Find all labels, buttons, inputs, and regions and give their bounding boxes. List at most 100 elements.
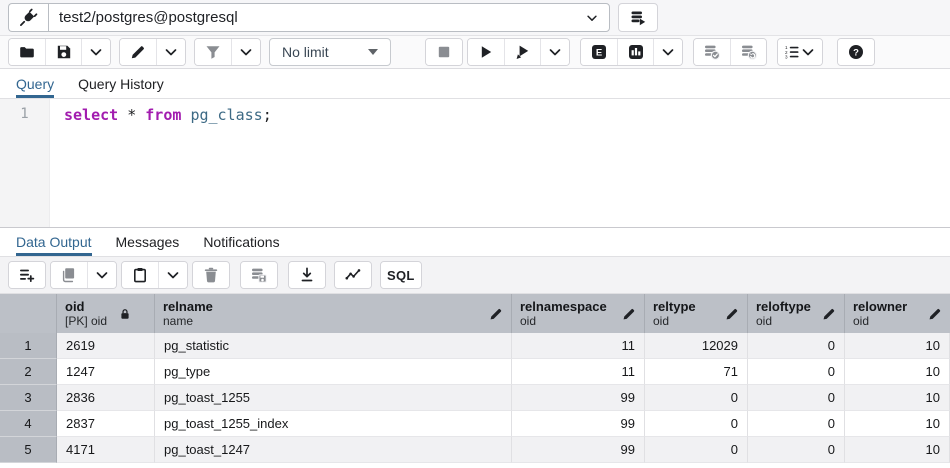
cell-relnamespace[interactable]: 11 <box>512 333 645 359</box>
column-header-reloftype[interactable]: reloftypeoid <box>748 294 845 333</box>
execute-options-dropdown[interactable] <box>540 39 569 65</box>
cell-oid[interactable]: 2836 <box>57 385 155 411</box>
column-header-oid[interactable]: oid[PK] oid <box>57 294 155 333</box>
column-header-relname[interactable]: relnamename <box>155 294 512 333</box>
cell-reloftype[interactable]: 0 <box>748 385 845 411</box>
edit-menu-button[interactable] <box>120 39 156 65</box>
cell-reloftype[interactable]: 0 <box>748 411 845 437</box>
add-row-button[interactable] <box>9 262 45 288</box>
cell-reloftype[interactable]: 0 <box>748 437 845 463</box>
cell-reltype[interactable]: 71 <box>645 359 748 385</box>
pencil-icon[interactable] <box>922 307 942 321</box>
cell-reloftype[interactable]: 0 <box>748 359 845 385</box>
tab-messages[interactable]: Messages <box>116 228 180 256</box>
svg-text:E: E <box>596 48 602 59</box>
copy-button[interactable] <box>51 262 87 288</box>
save-results-to-file-button[interactable] <box>289 262 325 288</box>
tab-query[interactable]: Query <box>16 69 54 98</box>
filter-options-dropdown[interactable] <box>231 39 260 65</box>
cell-relnamespace[interactable]: 99 <box>512 437 645 463</box>
delete-rows-button[interactable] <box>193 262 229 288</box>
cell-relnamespace[interactable]: 11 <box>512 359 645 385</box>
cell-relowner[interactable]: 10 <box>845 385 950 411</box>
button-group: SQL <box>380 261 422 289</box>
column-name: relnamespace <box>520 299 607 314</box>
pencil-icon[interactable] <box>719 307 739 321</box>
cell-relowner[interactable]: 10 <box>845 411 950 437</box>
cell-reloftype[interactable]: 0 <box>748 333 845 359</box>
editor-code-area[interactable]: select * from pg_class; <box>50 99 950 227</box>
cell-oid[interactable]: 4171 <box>57 437 155 463</box>
tab-data-output[interactable]: Data Output <box>16 228 92 256</box>
save-data-changes-button[interactable] <box>241 262 277 288</box>
cell-oid[interactable]: 2837 <box>57 411 155 437</box>
filter-button[interactable] <box>195 39 231 65</box>
connection-selector[interactable]: test2/postgres@postgresql <box>48 3 610 32</box>
save-options-dropdown[interactable] <box>81 39 110 65</box>
edit-options-dropdown[interactable] <box>156 39 185 65</box>
show-sql-button[interactable]: SQL <box>381 262 421 288</box>
button-group: 123 <box>777 38 823 66</box>
stop-button[interactable] <box>426 39 462 65</box>
cell-relname[interactable]: pg_toast_1247 <box>155 437 512 463</box>
row-number[interactable]: 5 <box>0 437 57 463</box>
explain-options-dropdown[interactable] <box>653 39 682 65</box>
play-icon <box>478 44 494 60</box>
cell-oid[interactable]: 2619 <box>57 333 155 359</box>
commit-button[interactable] <box>694 39 730 65</box>
cell-relowner[interactable]: 10 <box>845 333 950 359</box>
cell-reltype[interactable]: 12029 <box>645 333 748 359</box>
row-limit-select[interactable]: No limit <box>269 38 391 66</box>
svg-text:?: ? <box>853 48 859 59</box>
tab-notifications[interactable]: Notifications <box>203 228 279 256</box>
pencil-icon[interactable] <box>483 307 503 321</box>
cell-relname[interactable]: pg_toast_1255_index <box>155 411 512 437</box>
db-rollback-icon <box>741 44 757 60</box>
sql-editor[interactable]: 1 select * from pg_class; <box>0 99 950 227</box>
graph-visualiser-button[interactable] <box>335 262 371 288</box>
row-limit-value: No limit <box>282 44 329 60</box>
paste-options-dropdown[interactable] <box>158 262 187 288</box>
connection-status-button[interactable] <box>8 3 48 32</box>
row-number[interactable]: 4 <box>0 411 57 437</box>
cell-relowner[interactable]: 10 <box>845 437 950 463</box>
cell-oid[interactable]: 1247 <box>57 359 155 385</box>
row-number[interactable]: 2 <box>0 359 57 385</box>
new-connection-button[interactable] <box>618 3 658 32</box>
column-header-relnamespace[interactable]: relnamespaceoid <box>512 294 645 333</box>
pencil-icon[interactable] <box>616 307 636 321</box>
open-file-button[interactable] <box>9 39 45 65</box>
row-number[interactable]: 1 <box>0 333 57 359</box>
copy-options-dropdown[interactable] <box>87 262 116 288</box>
cell-reltype[interactable]: 0 <box>645 437 748 463</box>
pencil-icon[interactable] <box>816 307 836 321</box>
cell-relnamespace[interactable]: 99 <box>512 385 645 411</box>
execute-button[interactable] <box>468 39 504 65</box>
macro-button[interactable]: 123 <box>778 39 822 65</box>
button-group <box>119 38 186 66</box>
execute-to-cursor-button[interactable] <box>504 39 540 65</box>
line-number: 1 <box>20 106 28 122</box>
cell-reltype[interactable]: 0 <box>645 411 748 437</box>
rollback-button[interactable] <box>730 39 766 65</box>
cell-relname[interactable]: pg_statistic <box>155 333 512 359</box>
cell-relowner[interactable]: 10 <box>845 359 950 385</box>
svg-text:3: 3 <box>785 54 788 59</box>
column-header-reltype[interactable]: reltypeoid <box>645 294 748 333</box>
sql-keyword: select <box>64 106 118 124</box>
cell-relname[interactable]: pg_type <box>155 359 512 385</box>
list-numbered-icon: 123 <box>784 44 800 60</box>
paste-button[interactable] <box>122 262 158 288</box>
cell-reltype[interactable]: 0 <box>645 385 748 411</box>
help-button[interactable]: ? <box>838 39 874 65</box>
column-header-relowner[interactable]: relowneroid <box>845 294 950 333</box>
select-all-cell[interactable] <box>0 294 57 333</box>
cell-relname[interactable]: pg_toast_1255 <box>155 385 512 411</box>
explain-button[interactable]: E <box>581 39 617 65</box>
filter-icon <box>205 44 221 60</box>
tab-query-history[interactable]: Query History <box>78 69 164 98</box>
save-file-button[interactable] <box>45 39 81 65</box>
explain-analyze-button[interactable] <box>617 39 653 65</box>
row-number[interactable]: 3 <box>0 385 57 411</box>
cell-relnamespace[interactable]: 99 <box>512 411 645 437</box>
